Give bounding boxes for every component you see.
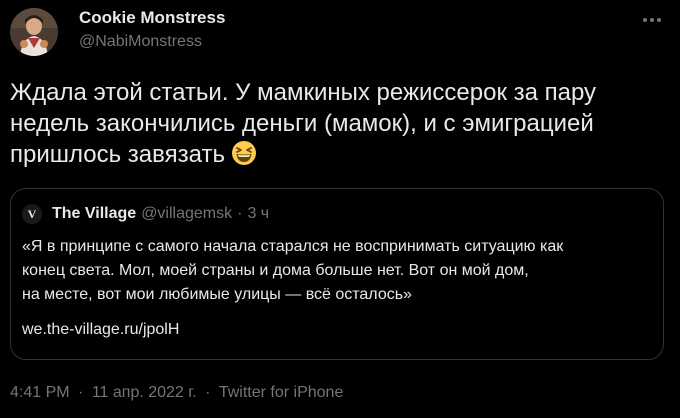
more-options-icon[interactable] [638,10,666,30]
avatar-photo [10,8,58,56]
tweet-date[interactable]: 11 апр. 2022 г. [92,384,197,401]
tweet-text-content: Ждала этой статьи. У мамкиных режиссерок… [10,79,597,168]
tweet-source[interactable]: Twitter for iPhone [219,384,344,401]
quoted-tweet-text: «Я в принципе с самого начала старался н… [22,235,652,307]
the-village-logo: V [22,204,42,224]
quoted-text-line: конец света. Мол, моей страны и дома бол… [22,262,529,279]
quoted-separator: · [237,205,243,222]
tweet-time[interactable]: 4:41 PM [10,384,70,401]
meta-separator: · [78,384,84,401]
tweet-text: Ждала этой статьи. У мамкиных режиссерок… [10,77,670,170]
quoted-text-line: на месте, вот мои любимые улицы — всё ос… [22,286,412,303]
tweet-metadata: 4:41 PM · 11 апр. 2022 г. · Twitter for … [10,384,347,402]
quoted-author-name: The Village [52,205,137,222]
meta-separator: · [205,384,211,401]
grinning-squinting-face-emoji [231,140,257,166]
author-handle[interactable]: @NabiMonstress [79,32,225,52]
quoted-timestamp: 3 ч [247,205,270,222]
author-display-name[interactable]: Cookie Monstress [79,8,225,28]
tweet: Cookie Monstress @NabiMonstress Ждала эт… [0,0,680,418]
quoted-text-line: «Я в принципе с самого начала старался н… [22,238,564,255]
author-block[interactable]: Cookie Monstress @NabiMonstress [79,8,225,52]
avatar[interactable] [10,8,58,56]
quoted-author-handle: @villagemsk [141,205,233,222]
quoted-tweet-link[interactable]: we.the-village.ru/jpolH [22,321,179,339]
quoted-tweet-header: V The Village @villagemsk · 3 ч [22,204,269,224]
quoted-tweet-card[interactable]: V The Village @villagemsk · 3 ч «Я в при… [10,188,664,360]
